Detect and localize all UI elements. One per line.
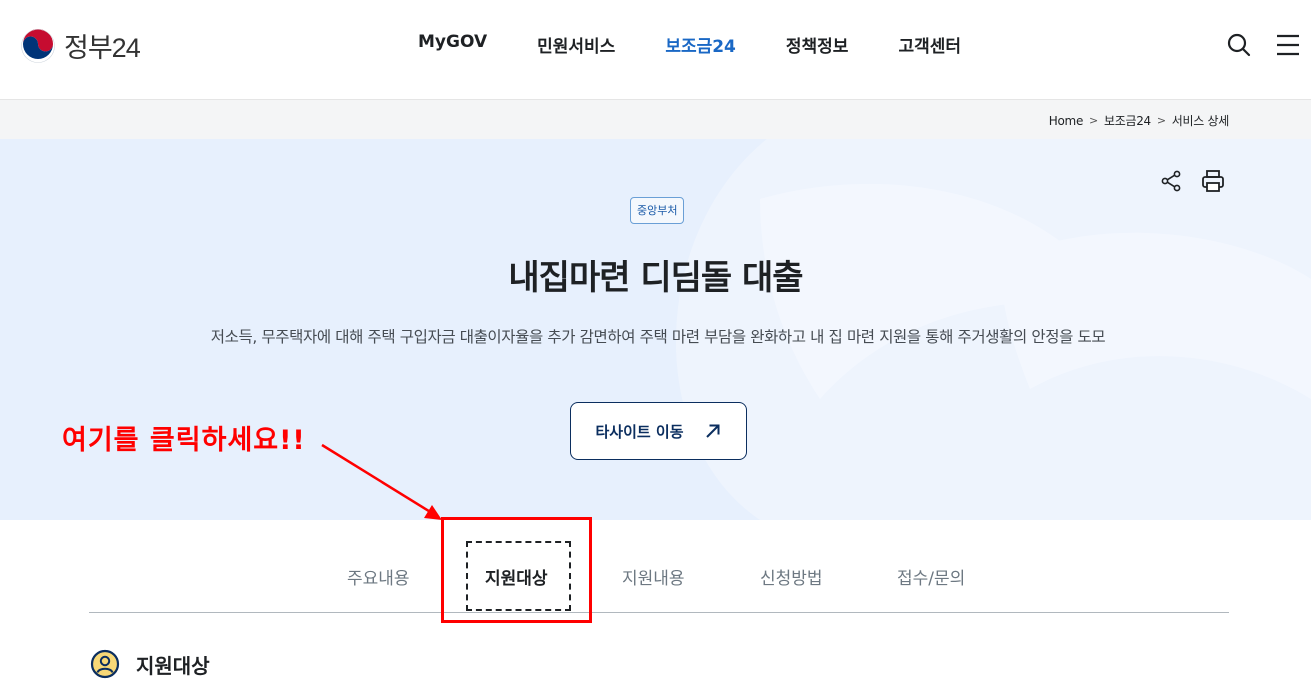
breadcrumb-bar: Home > 보조금24 > 서비스 상세 bbox=[0, 100, 1311, 139]
section-title: 지원대상 bbox=[136, 653, 210, 678]
logo-text: 정부24 bbox=[64, 33, 141, 63]
government-emblem-icon bbox=[21, 28, 55, 63]
search-icon[interactable] bbox=[1226, 32, 1252, 58]
tab-main-content[interactable]: 주요내용 bbox=[347, 564, 410, 589]
site-logo[interactable]: 정부24 bbox=[20, 26, 141, 65]
external-site-button-label: 타사이트 이동 bbox=[595, 422, 684, 441]
external-link-arrow-icon bbox=[705, 424, 720, 438]
nav-item-policy-info[interactable]: 정책정보 bbox=[786, 32, 849, 57]
annotation-text: 여기를 클릭하세요!! bbox=[62, 425, 306, 456]
service-description: 저소득, 무주택자에 대해 주택 구입자금 대출이자율을 추가 감면하여 주택 … bbox=[210, 328, 1106, 346]
breadcrumb: Home > 보조금24 > 서비스 상세 bbox=[1049, 112, 1230, 129]
print-icon[interactable] bbox=[1200, 168, 1226, 194]
nav-item-civil-service[interactable]: 민원서비스 bbox=[537, 32, 615, 57]
nav-item-subsidy24[interactable]: 보조금24 bbox=[665, 32, 736, 57]
person-circle-icon bbox=[90, 649, 120, 679]
share-icon[interactable] bbox=[1158, 168, 1184, 194]
breadcrumb-separator: > bbox=[1156, 114, 1166, 127]
hamburger-menu-icon[interactable] bbox=[1275, 32, 1301, 58]
breadcrumb-separator: > bbox=[1089, 114, 1098, 127]
agency-badge: 중앙부처 bbox=[630, 197, 685, 224]
tab-application-method[interactable]: 신청방법 bbox=[760, 564, 823, 589]
service-tabs: 주요내용 지원대상 지원내용 신청방법 접수/문의 bbox=[89, 540, 1229, 613]
breadcrumb-home[interactable]: Home bbox=[1049, 114, 1084, 128]
external-site-button[interactable]: 타사이트 이동 bbox=[570, 402, 747, 460]
tab-support-content[interactable]: 지원내용 bbox=[622, 564, 685, 589]
service-title: 내집마련 디딤돌 대출 bbox=[508, 258, 803, 298]
section-header: 지원대상 bbox=[90, 649, 210, 679]
nav-item-customer-center[interactable]: 고객센터 bbox=[898, 32, 961, 57]
tab-reception-inquiry[interactable]: 접수/문의 bbox=[897, 564, 965, 589]
annotation-highlight-box bbox=[441, 517, 592, 623]
site-header: 정부24 MyGOV 민원서비스 보조금24 정책정보 고객센터 bbox=[0, 0, 1311, 100]
breadcrumb-subsidy24[interactable]: 보조금24 bbox=[1104, 112, 1151, 129]
main-navigation: MyGOV 민원서비스 보조금24 정책정보 고객센터 bbox=[418, 32, 961, 57]
nav-item-mygov[interactable]: MyGOV bbox=[418, 32, 487, 57]
breadcrumb-current: 서비스 상세 bbox=[1171, 114, 1230, 128]
